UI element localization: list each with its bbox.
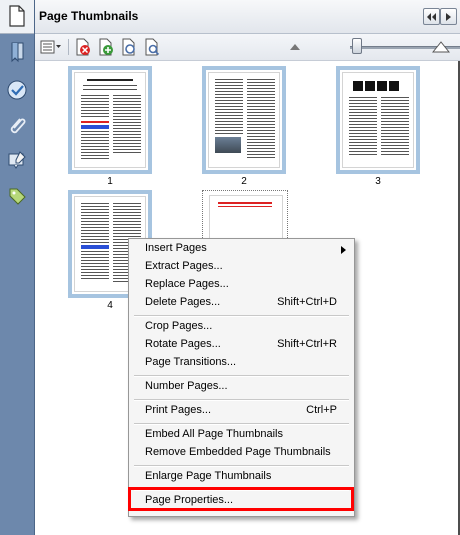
menu-separator — [134, 465, 349, 467]
menu-item-extract-pages[interactable]: Extract Pages... — [130, 258, 353, 276]
menu-separator — [134, 399, 349, 401]
submenu-arrow-icon — [341, 246, 346, 254]
menu-item-replace-pages[interactable]: Replace Pages... — [130, 276, 353, 294]
page-thumbnail[interactable] — [202, 66, 286, 174]
collapse-left-icon[interactable] — [423, 8, 440, 25]
signatures-icon[interactable] — [4, 78, 30, 102]
attachments-icon[interactable] — [4, 114, 30, 138]
zoom-slider-thumb[interactable] — [352, 38, 362, 54]
menu-separator — [134, 423, 349, 425]
panel-header: Page Thumbnails — [35, 0, 460, 34]
zoom-out-icon[interactable] — [285, 37, 305, 57]
page-thumbnail[interactable] — [68, 66, 152, 174]
menu-item-delete-pages[interactable]: Delete Pages... Shift+Ctrl+D — [130, 294, 353, 312]
menu-item-print-pages[interactable]: Print Pages... Ctrl+P — [130, 402, 353, 420]
highlight-box — [128, 487, 354, 511]
bookmarks-icon[interactable] — [4, 40, 30, 64]
menu-separator — [134, 315, 349, 317]
menu-item-insert-pages[interactable]: Insert Pages — [130, 240, 353, 258]
menu-item-rotate-pages[interactable]: Rotate Pages... Shift+Ctrl+R — [130, 336, 353, 354]
comments-icon[interactable] — [4, 148, 30, 172]
zoom-in-icon[interactable] — [430, 37, 452, 57]
menu-item-crop-pages[interactable]: Crop Pages... — [130, 318, 353, 336]
page-number-label: 2 — [241, 176, 247, 187]
panel-title: Page Thumbnails — [39, 9, 139, 23]
context-menu: Insert Pages Extract Pages... Replace Pa… — [128, 238, 355, 517]
expand-right-icon[interactable] — [440, 8, 457, 25]
undo-page-icon[interactable] — [119, 37, 139, 57]
options-menu-button[interactable] — [39, 37, 63, 57]
menu-item-embed-thumbnails[interactable]: Embed All Page Thumbnails — [130, 426, 353, 444]
page-thumbnail[interactable] — [336, 66, 420, 174]
thumbnail-toolbar — [35, 34, 460, 61]
menu-item-remove-embedded-thumbnails[interactable]: Remove Embedded Page Thumbnails — [130, 444, 353, 462]
delete-page-icon[interactable] — [73, 37, 93, 57]
page-settings-icon[interactable] — [142, 37, 162, 57]
menu-item-number-pages[interactable]: Number Pages... — [130, 378, 353, 396]
menu-separator — [134, 375, 349, 377]
page-number-label: 4 — [107, 300, 113, 311]
rail-top — [0, 0, 34, 34]
navigation-rail — [0, 0, 35, 535]
insert-page-icon[interactable] — [96, 37, 116, 57]
menu-item-page-transitions[interactable]: Page Transitions... — [130, 354, 353, 372]
page-number-label: 1 — [107, 176, 113, 187]
menu-item-enlarge-thumbnails[interactable]: Enlarge Page Thumbnails — [130, 468, 353, 486]
page-number-label: 3 — [375, 176, 381, 187]
page-icon[interactable] — [4, 4, 30, 28]
tags-icon[interactable] — [4, 184, 30, 208]
